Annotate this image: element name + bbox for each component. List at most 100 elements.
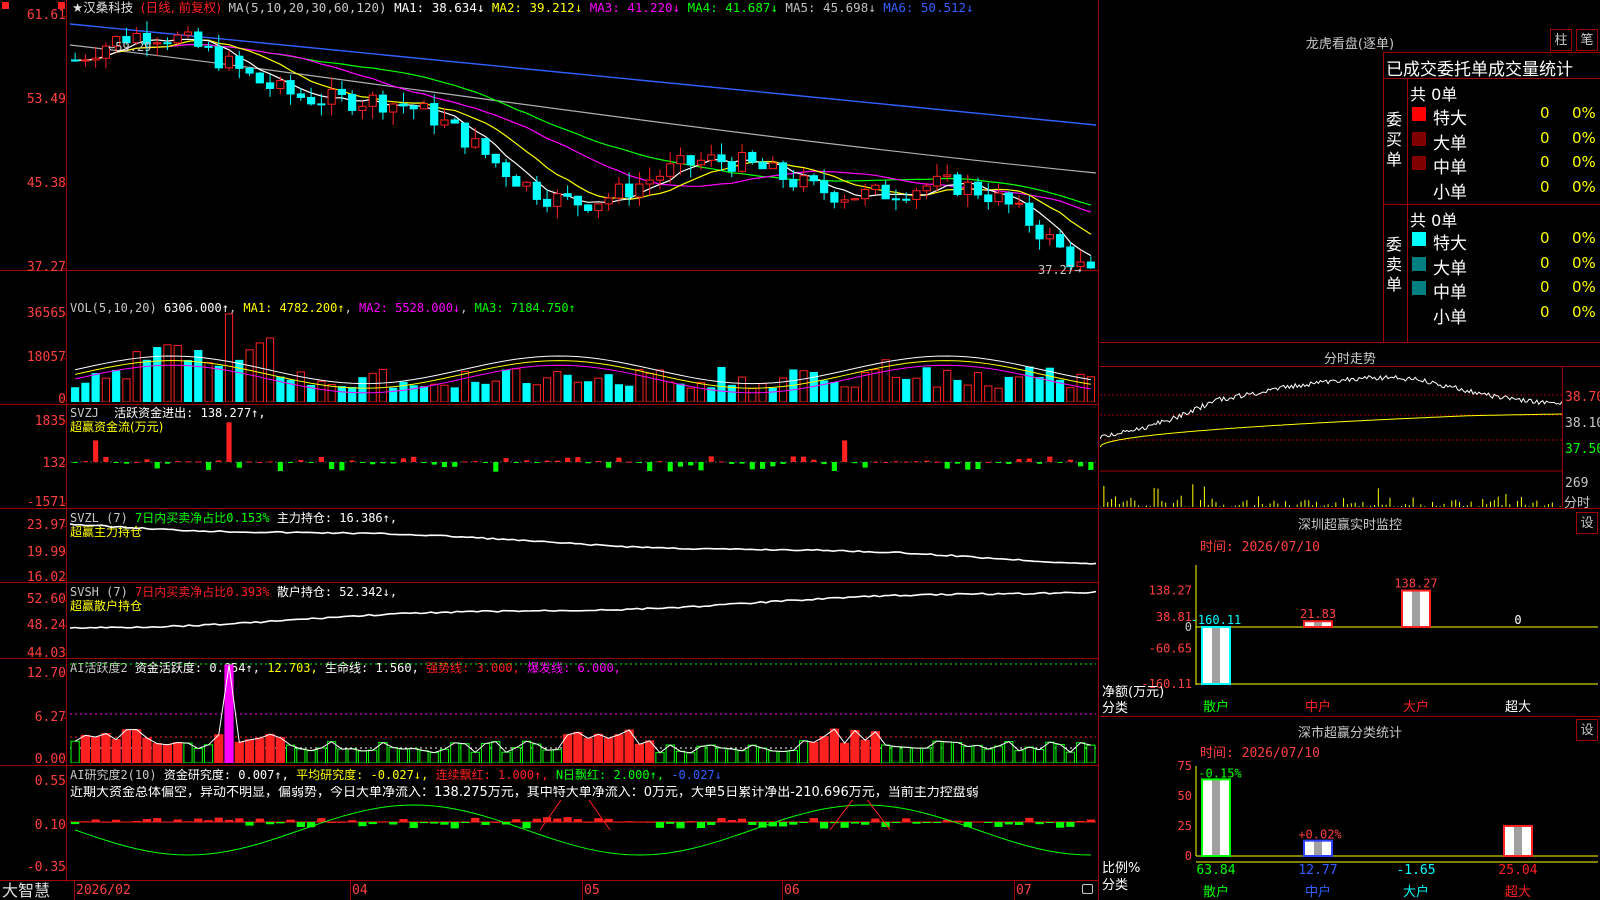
order-count: 0 bbox=[1540, 128, 1550, 147]
research-bar bbox=[337, 821, 346, 823]
activity-bar bbox=[1014, 750, 1024, 763]
classify-xlabel: 分类 bbox=[1102, 878, 1129, 893]
ratio-bar-shade bbox=[1212, 779, 1220, 856]
activity-bar bbox=[583, 737, 593, 763]
net-value-label: 138.27 bbox=[1394, 577, 1437, 591]
activity-bar bbox=[501, 751, 511, 763]
activity-bar bbox=[101, 733, 111, 763]
price-line bbox=[1100, 374, 1562, 439]
holding-line bbox=[70, 590, 1096, 630]
activity-bar bbox=[450, 742, 460, 763]
candle-body bbox=[789, 178, 798, 188]
flow-bar bbox=[534, 462, 540, 463]
flow-bar bbox=[893, 461, 899, 463]
stroke-mode-button[interactable]: 笔 bbox=[1576, 29, 1598, 51]
volume-bar bbox=[984, 385, 993, 402]
flow-bar bbox=[246, 461, 253, 463]
order-name: 中单 bbox=[1433, 283, 1467, 303]
candle-body bbox=[707, 154, 716, 161]
volume-bar bbox=[440, 384, 449, 402]
candle-body bbox=[902, 198, 911, 201]
axis-tick: -0.35 bbox=[26, 860, 66, 875]
research-bar bbox=[778, 822, 788, 827]
research-bar bbox=[450, 822, 459, 829]
activity-chart[interactable] bbox=[70, 662, 1096, 763]
axis-tick-mark bbox=[62, 578, 67, 579]
volume-bar bbox=[194, 350, 203, 402]
flow-bar bbox=[852, 462, 858, 464]
research-bar bbox=[245, 822, 254, 826]
brand-logo[interactable]: 大智慧 bbox=[2, 882, 50, 900]
research-bar bbox=[368, 822, 377, 825]
flow-bar bbox=[1067, 459, 1073, 462]
lock-icon[interactable] bbox=[1082, 884, 1093, 894]
flow-bar bbox=[944, 462, 950, 469]
monitor-settings-button[interactable]: 设 bbox=[1576, 512, 1598, 534]
volume-bar bbox=[450, 387, 459, 402]
ratio-chart[interactable]: 75 50 25 0 -0.15% 63.84 散户 +0.02% 12.77 中户 -1.65 大户… bbox=[1100, 760, 1600, 900]
activity-bar bbox=[963, 745, 973, 763]
axis-tick: 45.38 bbox=[26, 176, 66, 191]
fund-flow-chart[interactable] bbox=[70, 410, 1096, 506]
volume-bar bbox=[943, 369, 952, 402]
volume-bar bbox=[604, 374, 613, 402]
volume-bar bbox=[994, 387, 1003, 402]
activity-bar bbox=[337, 748, 347, 763]
candle-body bbox=[778, 162, 788, 180]
retail-holding-chart[interactable] bbox=[70, 588, 1096, 656]
research-bar bbox=[717, 818, 726, 822]
volume-bar bbox=[799, 370, 808, 402]
volume-bar bbox=[71, 387, 80, 402]
volume-chart[interactable] bbox=[70, 310, 1096, 402]
candlestick-chart[interactable] bbox=[70, 10, 1096, 270]
bar-mode-button[interactable]: 柱 bbox=[1550, 29, 1572, 51]
flow-bar bbox=[421, 462, 427, 464]
research-bar bbox=[666, 822, 675, 824]
volume-bar bbox=[840, 386, 849, 402]
net-bar bbox=[1201, 626, 1231, 685]
left-chart-area[interactable]: ★汉桑科技 (日线, 前复权) MA(5,10,20,30,60,120) MA… bbox=[0, 0, 1100, 900]
candle-body bbox=[409, 105, 418, 110]
volume-bar bbox=[922, 367, 931, 402]
volume-bar bbox=[553, 371, 562, 402]
activity-bar bbox=[850, 729, 860, 763]
main-holding-chart[interactable] bbox=[70, 512, 1096, 580]
volume-bar bbox=[235, 359, 244, 402]
axis-tick: 23.97 bbox=[26, 518, 66, 533]
candle-body bbox=[861, 189, 870, 200]
research-bar bbox=[655, 822, 665, 828]
net-amount-chart[interactable]: 138.2738.810-60.65-160.11-160.11散户21.83中… bbox=[1100, 555, 1600, 715]
research-bar bbox=[820, 822, 829, 829]
category-label: 大户 bbox=[1403, 699, 1429, 715]
order-pct: 0% bbox=[1572, 128, 1596, 147]
research-bar bbox=[265, 822, 275, 825]
research-bar bbox=[748, 822, 757, 825]
volume-bar bbox=[614, 384, 624, 402]
activity-bar bbox=[203, 744, 214, 763]
volume-bar bbox=[573, 381, 582, 402]
activity-bar bbox=[840, 742, 850, 763]
activity-bar bbox=[111, 739, 121, 763]
activity-bar bbox=[521, 740, 532, 763]
volume-bar bbox=[1045, 367, 1054, 402]
activity-bar bbox=[511, 747, 521, 763]
activity-bar bbox=[1004, 741, 1014, 763]
flow-bar bbox=[790, 456, 796, 462]
candle-body bbox=[963, 181, 972, 195]
candle-body bbox=[850, 198, 859, 201]
classify-title: 深市超赢分类统计 bbox=[1297, 726, 1402, 741]
flow-bar bbox=[985, 461, 991, 463]
candle-body bbox=[307, 96, 316, 105]
volume-bar bbox=[737, 376, 747, 402]
activity-bar bbox=[275, 737, 285, 763]
research-chart[interactable] bbox=[70, 800, 1096, 878]
classify-settings-button[interactable]: 设 bbox=[1576, 719, 1598, 741]
candle-body bbox=[389, 103, 398, 113]
axis-tick-mark bbox=[62, 654, 67, 655]
volume-bar bbox=[153, 347, 162, 402]
volume-bar bbox=[389, 387, 398, 402]
intraday-chart[interactable] bbox=[1100, 367, 1562, 507]
volume-bar bbox=[912, 377, 921, 402]
activity-bar bbox=[706, 744, 716, 763]
candle-body bbox=[235, 55, 244, 69]
